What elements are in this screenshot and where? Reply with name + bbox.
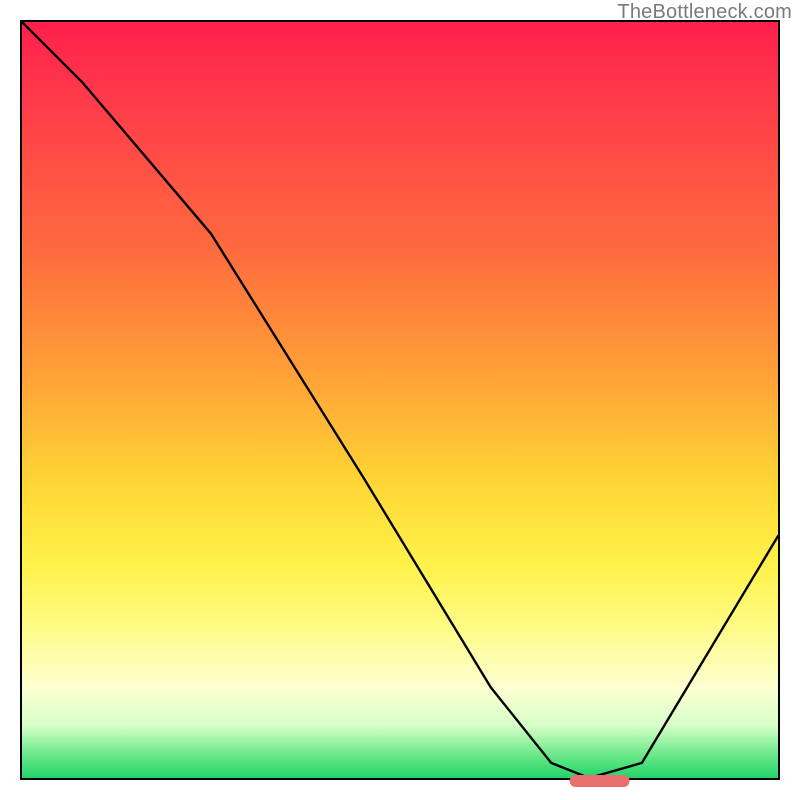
- plot-area: [20, 20, 780, 780]
- bottleneck-curve: [22, 22, 778, 778]
- chart-stage: TheBottleneck.com: [0, 0, 800, 800]
- plot-inner: [22, 22, 778, 778]
- optimal-marker: [569, 775, 630, 787]
